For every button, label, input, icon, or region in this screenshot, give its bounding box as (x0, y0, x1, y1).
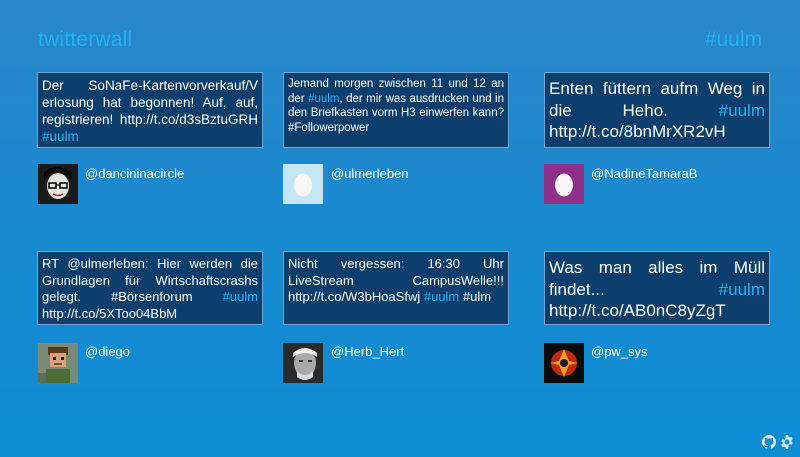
tweet-username[interactable]: @NadineTamaraB (591, 166, 697, 181)
tweet-card: Enten füttern aufm Weg in die Heho. #uul… (544, 72, 770, 148)
tweet-username[interactable]: @pw_sys (591, 344, 648, 359)
egg-avatar-icon (544, 164, 584, 204)
avatar[interactable] (38, 343, 78, 383)
avatar[interactable] (283, 343, 323, 383)
tweet-username[interactable]: @diego (85, 344, 130, 359)
egg-avatar-icon (283, 164, 323, 204)
hashtag-link[interactable]: #uulm (223, 289, 258, 304)
pixel-person-avatar-icon (38, 343, 78, 383)
hashtag-link[interactable]: #uulm (719, 280, 765, 299)
avatar[interactable] (38, 164, 78, 204)
avatar[interactable] (544, 343, 584, 383)
tweet-card: Was man alles im Müll findet... #uulm ht… (544, 251, 770, 325)
app-title: twitterwall (38, 28, 133, 51)
tweet-username[interactable]: @ulmerleben (331, 166, 409, 181)
hashtag-link[interactable]: #uulm (424, 289, 459, 304)
hashtag-link[interactable]: #uulm (42, 129, 79, 144)
avatar[interactable] (283, 164, 323, 204)
tweet-card: Der SoNaFe-Kartenvorverkauf/V erlosung h… (37, 72, 263, 148)
hashtag-filter[interactable]: #uulm (705, 28, 762, 52)
tweet-card: Nicht vergessen: 16:30 Uhr LiveStream Ca… (283, 251, 509, 325)
avatar[interactable] (544, 164, 584, 204)
tweet-text: Der SoNaFe-Kartenvorverkauf/V erlosung h… (42, 78, 258, 127)
tweet-text: #ulm (459, 289, 492, 304)
hashtag-link[interactable]: #uulm (308, 93, 339, 105)
hashtag-link[interactable]: #uulm (719, 101, 765, 120)
tweet-text: http://t.co/8bnMrXR2vH (549, 122, 726, 141)
tweet-card: Jemand morgen zwischen 11 und 12 an der … (283, 72, 509, 148)
woman-glasses-avatar-icon (38, 164, 78, 204)
tweet-username[interactable]: @Herb_Hert (331, 344, 404, 359)
emblem-avatar-icon (544, 343, 584, 383)
tweet-text: http://t.co/AB0nC8yZgT (549, 301, 726, 320)
tweet-text: http://t.co/5XToo04BbM (42, 305, 178, 321)
github-icon[interactable] (762, 435, 776, 449)
gear-icon[interactable] (780, 435, 794, 449)
tweet-username[interactable]: @dancininacircle (85, 166, 184, 181)
tweet-card: RT @ulmerleben: Hier werden die Grundlag… (37, 251, 263, 325)
bw-portrait-avatar-icon (283, 343, 323, 383)
